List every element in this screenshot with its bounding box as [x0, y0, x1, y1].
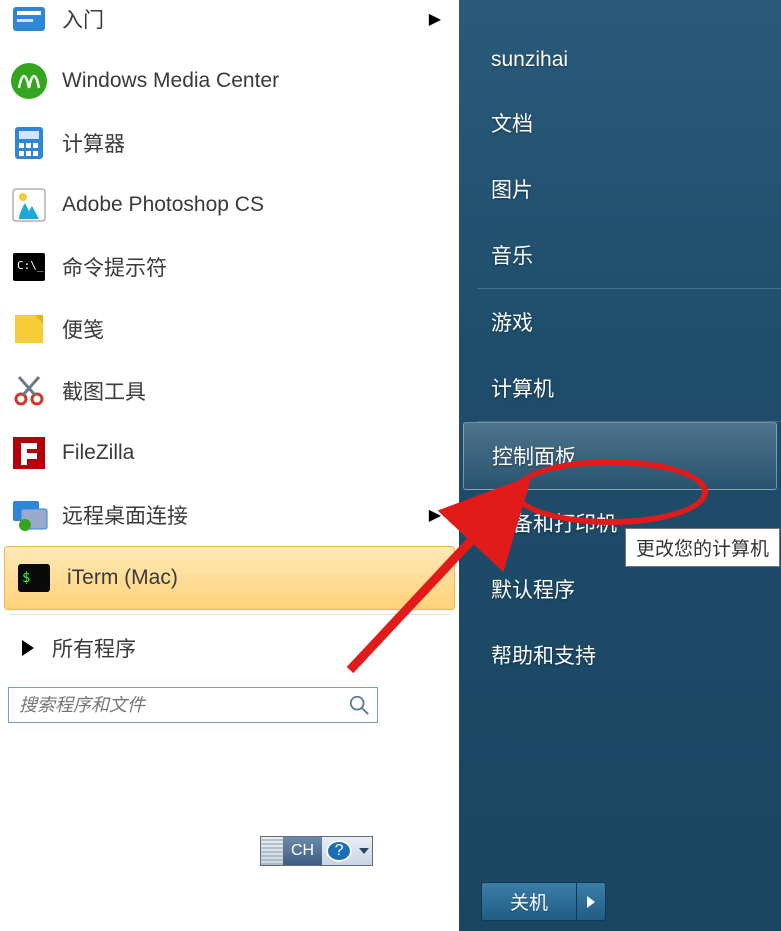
triangle-right-icon	[22, 640, 34, 656]
filezilla-icon	[8, 432, 50, 474]
search-input[interactable]	[9, 691, 345, 720]
language-bar[interactable]: CH ?	[260, 836, 373, 866]
shutdown-button[interactable]: 关机	[481, 882, 577, 921]
tooltip: 更改您的计算机	[625, 528, 780, 567]
photoshop-icon	[8, 184, 50, 226]
triangle-right-icon	[587, 896, 595, 908]
right-item-help[interactable]: 帮助和支持	[459, 622, 781, 688]
intro-icon	[8, 0, 50, 40]
program-item-cmd[interactable]: C:\_ 命令提示符	[0, 236, 459, 298]
right-item-computer[interactable]: 计算机	[459, 355, 781, 421]
submenu-arrow-icon: ▶	[429, 505, 441, 525]
program-item-iterm[interactable]: $ iTerm (Mac)	[4, 546, 455, 610]
program-label: 便笺	[62, 314, 451, 344]
sticky-notes-icon	[8, 308, 50, 350]
program-label: 远程桌面连接	[62, 500, 429, 530]
program-item-snip[interactable]: 截图工具	[0, 360, 459, 422]
rdp-icon	[8, 494, 50, 536]
search-icon	[345, 691, 373, 719]
separator	[10, 614, 449, 615]
start-menu-right: sunzihai 文档 图片 音乐 游戏 计算机 控制面板 设备和打印机 默认程…	[459, 0, 781, 931]
program-item-wmc[interactable]: Windows Media Center	[0, 50, 459, 112]
grip-icon[interactable]	[261, 837, 283, 865]
program-label: 截图工具	[62, 376, 451, 406]
svg-text:$: $	[22, 570, 30, 586]
iterm-icon: $	[13, 557, 55, 599]
dropdown-icon[interactable]	[356, 837, 372, 865]
start-menu-left: UC浏览器 入门 ▶ Windows Media Center 计算器	[0, 0, 459, 931]
program-item-rdp[interactable]: 远程桌面连接 ▶	[0, 484, 459, 546]
language-indicator[interactable]: CH	[283, 837, 322, 865]
program-label: iTerm (Mac)	[67, 566, 446, 590]
right-item-music[interactable]: 音乐	[459, 222, 781, 288]
svg-text:C:\_: C:\_	[17, 259, 44, 272]
shutdown-more-button[interactable]	[577, 882, 606, 921]
right-user[interactable]: sunzihai	[459, 30, 781, 90]
program-label: 命令提示符	[62, 252, 451, 282]
all-programs-button[interactable]: 所有程序	[0, 619, 459, 677]
help-icon[interactable]: ?	[326, 840, 352, 862]
submenu-arrow-icon: ▶	[429, 9, 441, 29]
search-wrap	[0, 681, 459, 729]
program-item-filezilla[interactable]: FileZilla	[0, 422, 459, 484]
right-item-control-panel[interactable]: 控制面板	[463, 422, 777, 490]
program-item-intro[interactable]: 入门 ▶	[0, 0, 459, 50]
program-label: Windows Media Center	[62, 69, 451, 93]
program-label: 入门	[62, 4, 429, 34]
right-item-pictures[interactable]: 图片	[459, 156, 781, 222]
all-programs-label: 所有程序	[52, 633, 136, 663]
program-item-photoshop[interactable]: Adobe Photoshop CS	[0, 174, 459, 236]
cmd-icon: C:\_	[8, 246, 50, 288]
program-item-calculator[interactable]: 计算器	[0, 112, 459, 174]
program-label: FileZilla	[62, 441, 451, 465]
shutdown-group: 关机	[481, 882, 606, 921]
search-box[interactable]	[8, 687, 378, 723]
right-item-games[interactable]: 游戏	[459, 289, 781, 355]
calculator-icon	[8, 122, 50, 164]
wmc-icon	[8, 60, 50, 102]
program-label: Adobe Photoshop CS	[62, 193, 451, 217]
program-label: 计算器	[62, 128, 451, 158]
snip-icon	[8, 370, 50, 412]
program-item-sticky-notes[interactable]: 便笺	[0, 298, 459, 360]
right-item-documents[interactable]: 文档	[459, 90, 781, 156]
